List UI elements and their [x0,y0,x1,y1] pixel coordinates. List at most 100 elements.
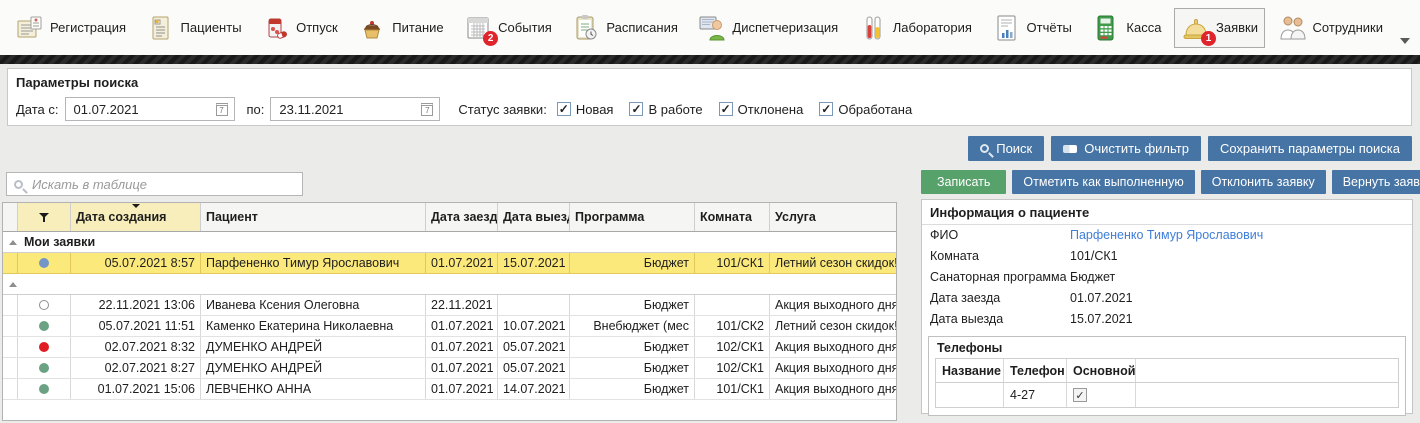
status-checkbox[interactable]: ✓Отклонена [719,102,804,117]
clear-filter-button[interactable]: Очистить фильтр [1051,136,1201,161]
cash-register-icon [1091,13,1121,43]
collapse-triangle-icon[interactable] [9,282,17,287]
table-cell: Бюджет [570,358,695,378]
table-header-created[interactable]: Дата создания [71,203,201,231]
table-search-field[interactable] [6,172,303,196]
table-row[interactable]: 02.07.2021 8:27ДУМЕНКО АНДРЕЙ01.07.20210… [3,358,896,379]
main-phone-checkbox[interactable]: ✓ [1073,388,1087,402]
toolbar-item-cash-register[interactable]: Касса [1084,8,1168,48]
table-header-status[interactable] [18,203,71,231]
filter-icon[interactable] [39,213,49,222]
table-row[interactable]: 01.07.2021 15:06ЛЕВЧЕНКО АННА01.07.20211… [3,379,896,400]
mark-completed-button[interactable]: Отметить как выполненную [1012,170,1194,194]
patients-icon [146,13,176,43]
table-header-depart[interactable]: Дата выезда [498,203,570,231]
phone-number-cell: 4-27 [1004,383,1067,407]
calendar-picker-icon[interactable] [216,103,228,116]
table-cell [3,316,18,336]
table-cell: Иванева Ксения Олеговна [201,295,426,315]
status-checkbox[interactable]: ✓ Обработана [819,102,912,117]
toolbar-item-pills[interactable]: Отпуск [254,8,345,48]
calendar-picker-icon[interactable] [421,103,433,116]
patient-name-link[interactable]: Парфененко Тимур Ярославович [1070,227,1263,244]
table-cell: 01.07.2021 [426,358,498,378]
column-title: Дата выезда [503,210,570,224]
search-icon [14,180,23,189]
status-cell [18,358,71,378]
search-button-label: Поиск [996,141,1032,156]
collapse-triangle-icon[interactable] [9,240,17,245]
table-header-expand [3,203,18,231]
table-cell: 01.07.2021 [426,379,498,399]
bell-icon: 1 [1181,13,1211,43]
table-group-row[interactable]: Мои заявки [3,232,896,253]
status-checkbox[interactable]: ✓В работе [629,102,702,117]
status-dot-blue [39,258,49,268]
status-checkbox[interactable]: ✓Новая [557,102,614,117]
pills-icon [261,13,291,43]
phones-row[interactable]: 4-27 ✓ [936,383,1398,407]
filter-buttons: Поиск Очистить фильтр Сохранить параметр… [968,136,1412,161]
food-icon [357,13,387,43]
toolbar-item-label: Отпуск [296,20,338,35]
table-row[interactable]: 05.07.2021 11:51Каменко Екатерина Никола… [3,316,896,337]
table-row[interactable]: 02.07.2021 8:32ДУМЕНКО АНДРЕЙ01.07.20210… [3,337,896,358]
toolbar-item-reports[interactable]: Отчёты [985,8,1079,48]
toolbar-item-food[interactable]: Питание [350,8,450,48]
table-cell [695,295,770,315]
toolbar-item-staff[interactable]: Сотрудники [1271,8,1390,48]
table-search-input[interactable] [30,176,295,193]
toolbar-item-label: События [498,20,552,35]
checkbox-icon[interactable]: ✓ [719,102,733,116]
toolbar-item-schedule[interactable]: Расписания [564,8,684,48]
save-search-params-button[interactable]: Сохранить параметры поиска [1208,136,1412,161]
checkbox-icon[interactable]: ✓ [557,102,571,116]
toolbar-item-lab[interactable]: Лаборатория [851,8,979,48]
search-icon [980,144,989,153]
reject-request-button[interactable]: Отклонить заявку [1201,170,1326,194]
table-header-program[interactable]: Программа [570,203,695,231]
column-title: Пациент [206,210,258,224]
table-header-service[interactable]: Услуга [770,203,897,231]
status-cell [18,253,71,273]
column-title: Дата заезда [431,210,498,224]
table-cell: 01.07.2021 [426,337,498,357]
table-header-arrive[interactable]: Дата заезда [426,203,498,231]
table-cell: 101/СК1 [695,253,770,273]
table-header-room[interactable]: Комната [695,203,770,231]
table-cell: Акция выходного дня [770,379,897,399]
table-header-patient[interactable]: Пациент [201,203,426,231]
return-request-button[interactable]: Вернуть заявку [1332,170,1420,194]
table-cell: 01.07.2021 [426,253,498,273]
dispatch-icon [697,13,727,43]
toolbar-item-registration[interactable]: Регистрация [8,8,133,48]
date-to-field[interactable] [270,97,440,121]
lab-icon [858,13,888,43]
column-title: Программа [575,210,644,224]
date-from-input[interactable] [72,101,192,118]
toolbar-item-bell[interactable]: 1Заявки [1174,8,1265,48]
toolbar-item-label: Диспетчеризация [732,20,838,35]
table-row[interactable]: 22.11.2021 13:06Иванева Ксения Олеговна2… [3,295,896,316]
checkbox-label: Обработана [838,102,912,117]
toolbar-item-calendar[interactable]: 2События [456,8,559,48]
phone-main-cell: ✓ [1067,383,1136,407]
column-title: Комната [700,210,752,224]
status-dot-red [39,342,49,352]
date-to-input[interactable] [277,101,397,118]
date-from-field[interactable] [65,97,235,121]
phones-header-cell: Телефон [1004,359,1067,382]
search-button[interactable]: Поиск [968,136,1044,161]
table-cell: Парфененко Тимур Ярославович [201,253,426,273]
patient-info-field: Комната101/СК1 [922,246,1412,267]
toolbar-item-patients[interactable]: Пациенты [139,8,249,48]
clear-filter-button-label: Очистить фильтр [1084,141,1189,156]
table-group-row[interactable] [3,274,896,295]
checkbox-icon[interactable]: ✓ [819,102,833,116]
table-cell: ДУМЕНКО АНДРЕЙ [201,337,426,357]
toolbar-item-dispatch[interactable]: Диспетчеризация [690,8,845,48]
table-row[interactable]: 05.07.2021 8:57Парфененко Тимур Ярославо… [3,253,896,274]
checkbox-icon[interactable]: ✓ [629,102,643,116]
chevron-down-icon[interactable] [1400,38,1410,44]
save-record-button[interactable]: Записать [921,170,1006,194]
